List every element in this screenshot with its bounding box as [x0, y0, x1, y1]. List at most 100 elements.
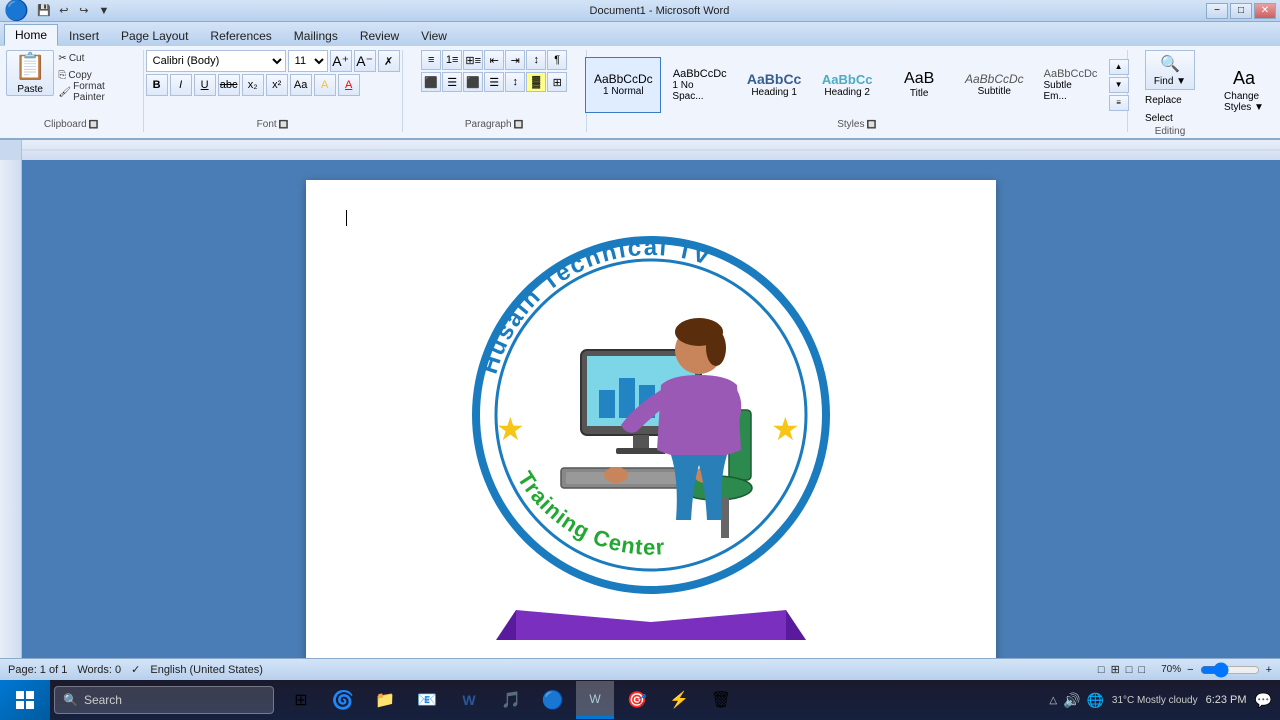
subscript-button[interactable]: x₂: [242, 74, 264, 96]
search-bar[interactable]: 🔍 Search: [54, 686, 274, 714]
change-styles-icon[interactable]: Aa: [1233, 68, 1255, 89]
italic-button[interactable]: I: [170, 74, 192, 96]
layout-btn1[interactable]: □: [1098, 664, 1105, 676]
shading-button[interactable]: ▓: [526, 72, 546, 92]
taskbar-explorer[interactable]: 📁: [366, 681, 404, 719]
style-normal[interactable]: AaBbCcDc 1 Normal: [585, 57, 661, 113]
styles-scroll-down[interactable]: ▼: [1109, 77, 1129, 93]
font-expand[interactable]: 🔲: [279, 120, 289, 129]
justify-button[interactable]: ☰: [484, 72, 504, 92]
cut-button[interactable]: ✂Cut: [58, 50, 136, 66]
align-right-button[interactable]: ⬛: [463, 72, 483, 92]
align-left-button[interactable]: ⬛: [421, 72, 441, 92]
align-center-button[interactable]: ☰: [442, 72, 462, 92]
clear-format-btn[interactable]: ✗: [378, 50, 400, 72]
style-heading2[interactable]: AaBbCc Heading 2: [812, 57, 882, 113]
font-size-select[interactable]: 11: [288, 50, 328, 72]
line-spacing-button[interactable]: ↕: [505, 72, 525, 92]
style-subtitle[interactable]: AaBbCcDc Subtitle: [956, 57, 1032, 113]
logo-svg: Husain Technical Tv Training Center ★ ★: [461, 220, 841, 640]
tray-arrow[interactable]: △: [1049, 695, 1057, 706]
font-name-select[interactable]: Calibri (Body): [146, 50, 286, 72]
tab-review[interactable]: Review: [349, 25, 410, 46]
undo-qa-btn[interactable]: ↩: [55, 2, 73, 20]
underline-button[interactable]: U: [194, 74, 216, 96]
word-count: Words: 0: [77, 664, 121, 676]
multilevel-button[interactable]: ⊞≡: [463, 50, 483, 70]
save-qa-btn[interactable]: 💾: [35, 2, 53, 20]
taskbar-mail[interactable]: 📧: [408, 681, 446, 719]
document-scroll[interactable]: Husain Technical Tv Training Center ★ ★: [22, 160, 1280, 658]
taskbar-edge[interactable]: 🌀: [324, 681, 362, 719]
layout-btn2[interactable]: ⊞: [1111, 663, 1120, 676]
style-subtle-em[interactable]: AaBbCcDc Subtle Em...: [1034, 57, 1106, 113]
tab-references[interactable]: References: [199, 25, 282, 46]
style-no-space[interactable]: AaBbCcDc 1 No Spac...: [663, 57, 736, 113]
increase-indent-button[interactable]: ⇥: [505, 50, 525, 70]
taskbar-right: △ 🔊 🌐 31°C Mostly cloudy 6:23 PM 💬: [1049, 692, 1280, 709]
redo-qa-btn[interactable]: ↪: [75, 2, 93, 20]
zoom-level: 70%: [1161, 664, 1181, 675]
font-group: Calibri (Body) 11 A⁺ A⁻ ✗ B I U abc x₂ x…: [148, 50, 403, 132]
superscript-button[interactable]: x²: [266, 74, 288, 96]
taskbar-music[interactable]: 🎵: [492, 681, 530, 719]
font-color-button[interactable]: A: [338, 74, 360, 96]
styles-more[interactable]: ≡: [1109, 95, 1129, 111]
tray-network[interactable]: 🌐: [1086, 692, 1103, 709]
taskbar-app1[interactable]: 🎯: [618, 681, 656, 719]
decrease-indent-button[interactable]: ⇤: [484, 50, 504, 70]
shrink-font-btn[interactable]: A⁻: [354, 50, 376, 72]
taskbar-icons: ⊞ 🌀 📁 📧 W 🎵 🔵 W 🎯 ⚡ 🗑: [282, 681, 740, 719]
style-title[interactable]: AaB Title: [884, 57, 954, 113]
replace-button[interactable]: Replace: [1145, 92, 1182, 108]
grow-font-btn[interactable]: A⁺: [330, 50, 352, 72]
start-button[interactable]: [0, 680, 50, 720]
styles-scroll-up[interactable]: ▲: [1109, 59, 1129, 75]
layout-btn4[interactable]: □: [1138, 664, 1145, 676]
customize-qa-btn[interactable]: ▼: [95, 2, 113, 20]
zoom-in-btn[interactable]: +: [1266, 664, 1272, 676]
taskbar-word[interactable]: W: [450, 681, 488, 719]
format-painter-button[interactable]: 🖌Format Painter: [58, 84, 136, 100]
notification-btn[interactable]: 💬: [1255, 692, 1272, 709]
taskbar-app3[interactable]: 🗑: [702, 681, 740, 719]
tab-home[interactable]: Home: [4, 24, 58, 46]
paragraph-expand[interactable]: 🔲: [514, 120, 524, 129]
maximize-btn[interactable]: □: [1230, 3, 1252, 19]
text-case-button[interactable]: Aa: [290, 74, 312, 96]
change-styles-label[interactable]: ChangeStyles ▼: [1224, 91, 1264, 113]
paste-button[interactable]: 📋 Paste: [6, 50, 54, 96]
minimize-btn[interactable]: −: [1206, 3, 1228, 19]
tab-page-layout[interactable]: Page Layout: [110, 25, 199, 46]
tab-mailings[interactable]: Mailings: [283, 25, 349, 46]
find-button[interactable]: 🔍 Find ▼: [1145, 50, 1195, 90]
close-btn[interactable]: ✕: [1254, 3, 1276, 19]
borders-button[interactable]: ⊞: [547, 72, 567, 92]
sort-button[interactable]: ↕: [526, 50, 546, 70]
zoom-slider[interactable]: [1200, 662, 1260, 678]
numbering-button[interactable]: 1≡: [442, 50, 462, 70]
strikethrough-button[interactable]: abc: [218, 74, 240, 96]
taskbar-word-active[interactable]: W: [576, 681, 614, 719]
bold-button[interactable]: B: [146, 74, 168, 96]
ribbon-tab-bar: Home Insert Page Layout References Maili…: [0, 22, 1280, 46]
styles-group: AaBbCcDc 1 Normal AaBbCcDc 1 No Spac... …: [591, 50, 1128, 132]
star-left: ★: [496, 411, 525, 447]
layout-btn3[interactable]: □: [1126, 664, 1133, 676]
tab-insert[interactable]: Insert: [58, 25, 110, 46]
title-bar: 🔵 💾 ↩ ↪ ▼ Document1 - Microsoft Word − □…: [0, 0, 1280, 22]
select-button[interactable]: Select: [1145, 110, 1173, 126]
zoom-out-btn[interactable]: −: [1187, 664, 1193, 676]
clipboard-expand[interactable]: 🔲: [89, 120, 99, 129]
taskbar-task-view[interactable]: ⊞: [282, 681, 320, 719]
bullets-button[interactable]: ≡: [421, 50, 441, 70]
taskbar-chrome[interactable]: 🔵: [534, 681, 572, 719]
style-heading1[interactable]: AaBbCc Heading 1: [738, 57, 810, 113]
taskbar-app2[interactable]: ⚡: [660, 681, 698, 719]
tab-view[interactable]: View: [410, 25, 458, 46]
highlight-button[interactable]: A: [314, 74, 336, 96]
time-display[interactable]: 6:23 PM: [1206, 694, 1247, 706]
tray-speaker[interactable]: 🔊: [1063, 692, 1080, 709]
show-marks-button[interactable]: ¶: [547, 50, 567, 70]
styles-expand[interactable]: 🔲: [866, 120, 876, 129]
